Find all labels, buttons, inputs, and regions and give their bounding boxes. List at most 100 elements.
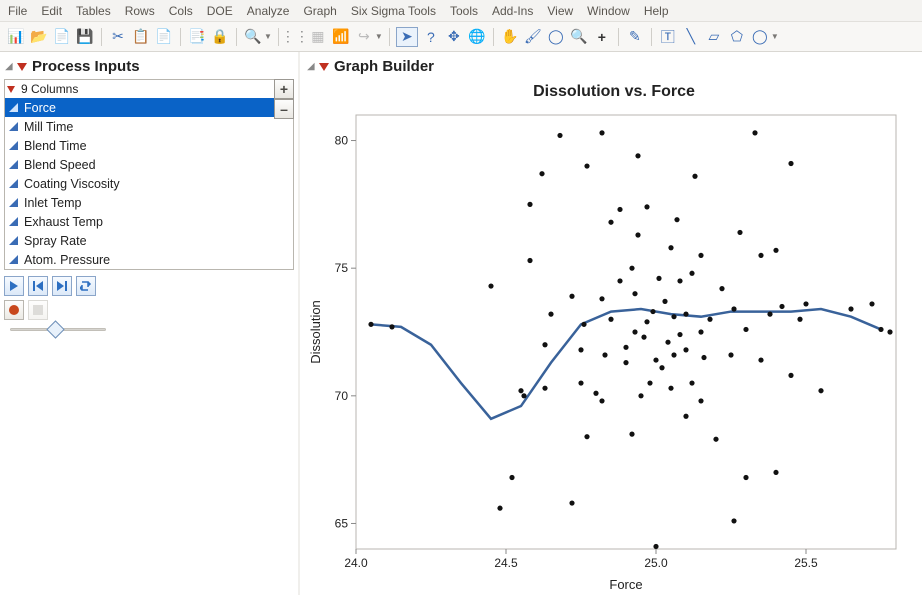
menu-rows[interactable]: Rows: [125, 4, 155, 18]
data-point[interactable]: [368, 322, 373, 327]
data-point[interactable]: [719, 286, 724, 291]
data-point[interactable]: [656, 276, 661, 281]
data-point[interactable]: [653, 544, 658, 549]
data-point[interactable]: [644, 204, 649, 209]
project-icon[interactable]: 📊: [6, 27, 26, 47]
data-point[interactable]: [641, 335, 646, 340]
polygon-tool-icon[interactable]: ⬠: [727, 27, 747, 47]
column-item-blend-speed[interactable]: Blend Speed: [5, 155, 293, 174]
data-point[interactable]: [599, 398, 604, 403]
column-item-spray-rate[interactable]: Spray Rate: [5, 231, 293, 250]
column-item-coating-viscosity[interactable]: Coating Viscosity: [5, 174, 293, 193]
data-point[interactable]: [389, 324, 394, 329]
data-point[interactable]: [608, 317, 613, 322]
clipboard-icon[interactable]: 📑: [187, 27, 207, 47]
graph-builder-title-bar[interactable]: ◢ Graph Builder: [306, 56, 922, 79]
new-table-icon[interactable]: 📄: [52, 27, 72, 47]
red-triangle-icon[interactable]: [17, 63, 27, 71]
column-item-mill-time[interactable]: Mill Time: [5, 117, 293, 136]
zoom-icon[interactable]: 🔍: [243, 27, 263, 47]
barchart-icon[interactable]: 📶: [331, 27, 351, 47]
data-point[interactable]: [578, 347, 583, 352]
data-point[interactable]: [713, 437, 718, 442]
data-point[interactable]: [743, 327, 748, 332]
line-tool-icon[interactable]: ╲: [681, 27, 701, 47]
data-point[interactable]: [728, 352, 733, 357]
menu-graph[interactable]: Graph: [303, 4, 336, 18]
step-back-button[interactable]: [28, 276, 48, 296]
pencil-icon[interactable]: ✎: [625, 27, 645, 47]
data-point[interactable]: [803, 301, 808, 306]
text-tool-icon[interactable]: 🅃: [658, 27, 678, 47]
data-point[interactable]: [677, 278, 682, 283]
menu-analyze[interactable]: Analyze: [247, 4, 290, 18]
data-point[interactable]: [521, 393, 526, 398]
lock-icon[interactable]: 🔒: [210, 27, 230, 47]
disclosure-icon[interactable]: ◢: [4, 62, 14, 72]
data-point[interactable]: [668, 245, 673, 250]
data-point[interactable]: [635, 232, 640, 237]
data-point[interactable]: [632, 291, 637, 296]
magnify-icon[interactable]: 🔍: [569, 27, 589, 47]
data-point[interactable]: [743, 475, 748, 480]
table-icon[interactable]: ▦: [308, 27, 328, 47]
zoom-dropdown-icon[interactable]: ▼: [264, 32, 272, 41]
globe-icon[interactable]: 🌐: [467, 27, 487, 47]
data-point[interactable]: [542, 342, 547, 347]
shape-dropdown-icon[interactable]: ▼: [771, 32, 779, 41]
data-point[interactable]: [617, 278, 622, 283]
data-point[interactable]: [593, 391, 598, 396]
menu-view[interactable]: View: [547, 4, 573, 18]
column-item-blend-time[interactable]: Blend Time: [5, 136, 293, 155]
data-point[interactable]: [779, 304, 784, 309]
data-point[interactable]: [689, 271, 694, 276]
help-tool-icon[interactable]: ?: [421, 27, 441, 47]
slider-track[interactable]: [10, 328, 106, 331]
data-point[interactable]: [773, 470, 778, 475]
data-point[interactable]: [671, 352, 676, 357]
animation-speed-slider[interactable]: [4, 326, 294, 331]
column-item-atom-pressure[interactable]: Atom. Pressure: [5, 250, 293, 269]
data-point[interactable]: [683, 347, 688, 352]
disclosure-icon[interactable]: ◢: [306, 62, 316, 72]
data-point[interactable]: [698, 398, 703, 403]
menu-add-ins[interactable]: Add-Ins: [492, 4, 533, 18]
lasso-tool-icon[interactable]: ◯: [546, 27, 566, 47]
data-point[interactable]: [542, 386, 547, 391]
save-icon[interactable]: 💾: [75, 27, 95, 47]
data-point[interactable]: [518, 388, 523, 393]
data-point[interactable]: [599, 296, 604, 301]
data-point[interactable]: [527, 202, 532, 207]
data-point[interactable]: [878, 327, 883, 332]
open-icon[interactable]: 📂: [29, 27, 49, 47]
data-point[interactable]: [671, 314, 676, 319]
data-point[interactable]: [488, 283, 493, 288]
data-point[interactable]: [584, 163, 589, 168]
cut-icon[interactable]: ✂: [108, 27, 128, 47]
data-point[interactable]: [869, 301, 874, 306]
data-point[interactable]: [548, 312, 553, 317]
data-point[interactable]: [797, 317, 802, 322]
menu-doe[interactable]: DOE: [207, 4, 233, 18]
data-point[interactable]: [692, 174, 697, 179]
data-point[interactable]: [752, 130, 757, 135]
play-button[interactable]: [4, 276, 24, 296]
data-point[interactable]: [608, 220, 613, 225]
hand-tool-icon[interactable]: ✋: [500, 27, 520, 47]
data-point[interactable]: [581, 322, 586, 327]
data-point[interactable]: [647, 380, 652, 385]
menu-tables[interactable]: Tables: [76, 4, 111, 18]
data-point[interactable]: [698, 253, 703, 258]
menu-tools[interactable]: Tools: [450, 4, 478, 18]
ellipse-tool-icon[interactable]: ◯: [750, 27, 770, 47]
data-point[interactable]: [584, 434, 589, 439]
data-point[interactable]: [668, 386, 673, 391]
data-point[interactable]: [677, 332, 682, 337]
data-point[interactable]: [683, 312, 688, 317]
column-list-header[interactable]: 9 Columns: [5, 80, 293, 98]
data-point[interactable]: [758, 357, 763, 362]
data-point[interactable]: [788, 373, 793, 378]
column-item-force[interactable]: Force: [5, 98, 293, 117]
data-point[interactable]: [557, 133, 562, 138]
menu-edit[interactable]: Edit: [41, 4, 62, 18]
